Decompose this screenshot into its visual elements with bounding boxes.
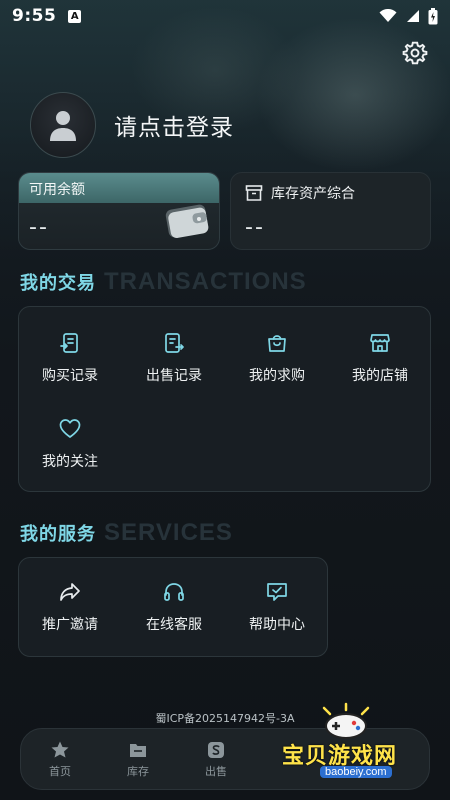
wifi-icon	[379, 9, 397, 22]
sale-record-icon	[165, 333, 184, 353]
tab-home-label: 首页	[49, 764, 71, 778]
services-title-cn: 我的服务	[20, 524, 96, 545]
my-follow-button[interactable]: 我的关注	[19, 407, 121, 477]
tab-home[interactable]: 首页	[21, 740, 99, 779]
status-indicators	[379, 7, 438, 25]
purchase-record-icon	[60, 333, 78, 353]
my-follow-label: 我的关注	[42, 454, 98, 470]
heart-icon	[59, 419, 81, 438]
wallet-icon	[165, 204, 209, 238]
headset-icon	[164, 583, 184, 601]
tab-sell[interactable]: 出售	[177, 740, 255, 779]
my-store-button[interactable]: 我的店铺	[329, 321, 431, 391]
purchase-record-label: 购买记录	[42, 368, 98, 384]
my-wanted-label: 我的求购	[249, 368, 305, 384]
transactions-title-en: TRANSACTIONS	[104, 268, 307, 295]
assets-value: --	[245, 215, 265, 240]
tab-inventory[interactable]: 库存	[99, 740, 177, 779]
share-icon	[60, 583, 80, 601]
my-store-label: 我的店铺	[352, 368, 408, 384]
transactions-title-cn: 我的交易	[20, 273, 96, 294]
inventory-icon	[130, 743, 146, 757]
transactions-section-title: 我的交易 TRANSACTIONS	[20, 268, 307, 296]
balance-card[interactable]: 可用余额 --	[18, 172, 220, 250]
my-wanted-button[interactable]: 我的求购	[226, 321, 328, 391]
signal-icon	[407, 10, 419, 22]
purchase-record-button[interactable]: 购买记录	[19, 321, 121, 391]
status-bar: 9:55 A	[0, 0, 450, 32]
services-title-en: SERVICES	[104, 519, 233, 546]
store-icon	[370, 334, 390, 352]
sale-record-button[interactable]: 出售记录	[123, 321, 225, 391]
sell-icon	[208, 741, 224, 758]
sale-record-label: 出售记录	[146, 368, 202, 384]
status-time: 9:55	[12, 6, 57, 26]
battery-icon	[428, 7, 438, 24]
login-prompt[interactable]: 请点击登录	[114, 108, 234, 142]
transactions-panel: 购买记录 出售记录 我的求购 我的店铺 我的关注	[18, 306, 431, 492]
help-chat-icon	[267, 583, 287, 601]
assets-card[interactable]: 库存资产综合 --	[230, 172, 431, 250]
online-support-label: 在线客服	[146, 617, 202, 633]
archive-box-icon	[245, 185, 263, 201]
user-avatar-icon	[50, 111, 76, 141]
gamepad-logo-icon	[322, 702, 370, 739]
tab-sell-label: 出售	[205, 764, 227, 778]
profile-header[interactable]: 请点击登录	[30, 92, 234, 158]
watermark-url: baobeiy.com	[320, 766, 392, 778]
assets-label: 库存资产综合	[271, 186, 355, 202]
avatar[interactable]	[30, 92, 96, 158]
watermark-logo: 宝贝游戏网 baobeiy.com	[278, 702, 428, 786]
promotion-invite-label: 推广邀请	[42, 617, 98, 633]
notification-icon: A	[68, 9, 82, 23]
services-section-title: 我的服务 SERVICES	[20, 519, 233, 547]
services-panel: 推广邀请 在线客服 帮助中心	[18, 557, 328, 657]
settings-gear-icon[interactable]	[402, 40, 428, 66]
balance-label: 可用余额	[19, 173, 219, 203]
help-center-button[interactable]: 帮助中心	[226, 570, 328, 640]
online-support-button[interactable]: 在线客服	[123, 570, 225, 640]
home-icon	[51, 741, 69, 757]
promotion-invite-button[interactable]: 推广邀请	[19, 570, 121, 640]
shopping-bag-icon	[268, 335, 286, 352]
help-center-label: 帮助中心	[249, 617, 305, 633]
tab-inventory-label: 库存	[127, 764, 149, 778]
